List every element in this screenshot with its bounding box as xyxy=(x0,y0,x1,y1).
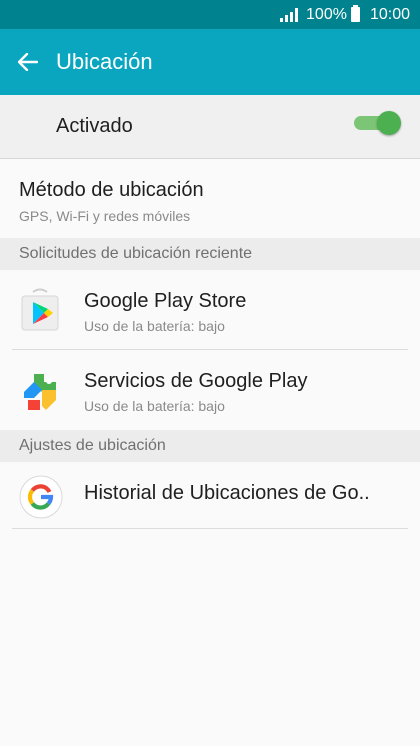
google-icon xyxy=(19,475,63,519)
recent-requests-header: Solicitudes de ubicación reciente xyxy=(0,238,420,270)
location-settings-header: Ajustes de ubicación xyxy=(0,430,420,462)
divider xyxy=(12,528,408,529)
google-play-services-icon xyxy=(18,368,64,414)
list-item-google-play-services[interactable]: Servicios de Google Play Uso de la bater… xyxy=(0,350,420,430)
signal-icon xyxy=(280,7,299,22)
back-arrow-icon[interactable] xyxy=(0,53,56,71)
location-toggle-switch[interactable] xyxy=(354,111,401,135)
page-title: Ubicación xyxy=(56,49,153,74)
google-play-store-icon xyxy=(18,288,64,334)
location-method-subtitle: GPS, Wi-Fi y redes móviles xyxy=(19,208,191,224)
location-method-row[interactable]: Método de ubicación GPS, Wi-Fi y redes m… xyxy=(0,159,420,238)
master-toggle-label: Activado xyxy=(56,115,133,137)
master-toggle-row[interactable]: Activado xyxy=(0,95,420,159)
location-method-title: Método de ubicación xyxy=(19,179,204,201)
app-name: Servicios de Google Play xyxy=(84,370,308,392)
app-bar: Ubicación xyxy=(0,29,420,95)
battery-usage: Uso de la batería: bajo xyxy=(84,318,225,334)
list-item-location-history[interactable]: Historial de Ubicaciones de Go.. xyxy=(0,462,420,529)
list-item-google-play-store[interactable]: Google Play Store Uso de la batería: baj… xyxy=(0,270,420,350)
battery-percent: 100% xyxy=(306,5,347,23)
clock: 10:00 xyxy=(369,5,410,23)
battery-usage: Uso de la batería: bajo xyxy=(84,398,225,414)
app-name: Google Play Store xyxy=(84,290,247,312)
setting-name: Historial de Ubicaciones de Go.. xyxy=(84,482,370,504)
toggle-knob xyxy=(377,111,401,135)
status-bar: 100% 10:00 xyxy=(0,0,420,29)
battery-icon xyxy=(350,5,360,22)
